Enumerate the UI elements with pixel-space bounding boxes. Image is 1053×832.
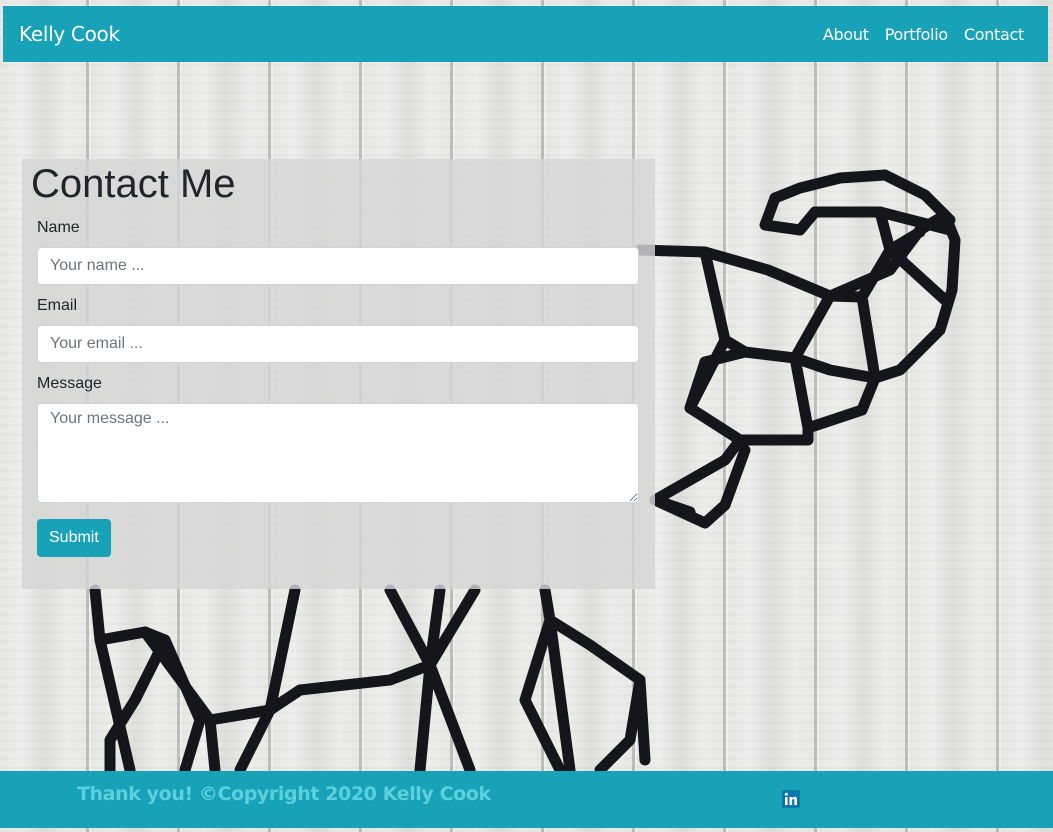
page-title: Contact Me <box>31 162 236 206</box>
submit-button[interactable]: Submit <box>37 519 111 557</box>
nav-link-portfolio[interactable]: Portfolio <box>885 25 948 44</box>
message-label: Message <box>37 375 102 392</box>
nav-link-about[interactable]: About <box>823 25 869 44</box>
email-input[interactable] <box>37 325 639 363</box>
footer-copyright: Thank you! ©Copyright 2020 Kelly Cook <box>77 783 491 805</box>
name-input[interactable] <box>37 247 639 285</box>
footer: Thank you! ©Copyright 2020 Kelly Cook <box>0 771 1053 828</box>
navbar: Kelly Cook About Portfolio Contact <box>3 6 1048 62</box>
nav-links: About Portfolio Contact <box>823 25 1032 44</box>
contact-form-card: Contact Me Name Email Message Submit <box>22 159 655 589</box>
brand-link[interactable]: Kelly Cook <box>19 22 120 46</box>
name-label: Name <box>37 219 80 236</box>
linkedin-icon[interactable] <box>782 790 800 808</box>
email-label: Email <box>37 297 78 314</box>
nav-link-contact[interactable]: Contact <box>964 25 1024 44</box>
message-textarea[interactable] <box>37 403 639 503</box>
